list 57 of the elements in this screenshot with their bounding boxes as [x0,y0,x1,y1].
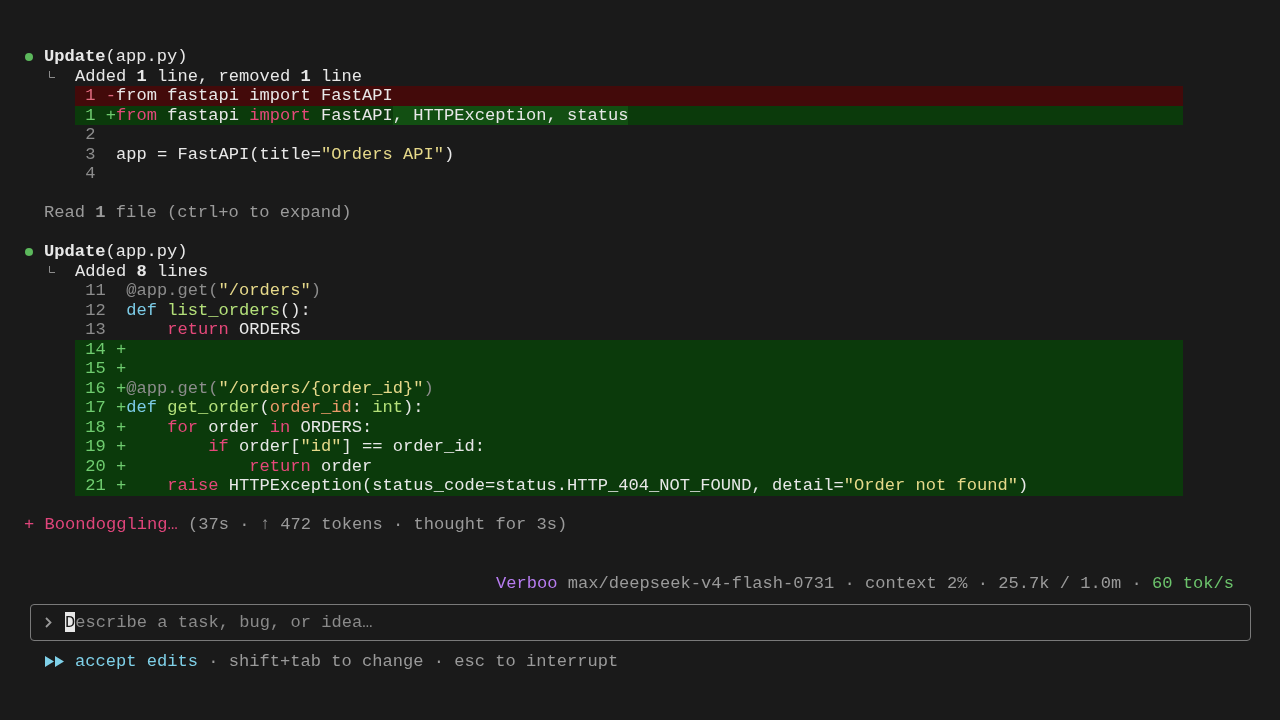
token-speed: 60 tok/s [1152,573,1234,593]
line-number: 15 [85,359,106,379]
code-line: return order [249,456,373,476]
diff-sign: + [116,339,127,359]
spinner-label: Boondoggling… [44,515,178,535]
tool-call-title: Update(app.py) [44,47,188,67]
diff-sign: + [116,359,127,379]
line-number: 13 [85,320,106,340]
line-number: 20 [85,456,106,476]
line-number: 1 [85,105,96,125]
line-number: 2 [85,125,96,145]
change-summary: Added 8 lines [75,261,209,281]
tool-call-title: Update(app.py) [44,242,188,262]
diff-sign: - [105,86,116,106]
code-line: from fastapi import FastAPI, HTTPException, status [116,105,629,125]
diff-sign: + [105,105,116,125]
branch-connector-icon [49,70,55,78]
code-line: def get_order(order_id: int): [126,398,424,418]
agent-name: Verboo [496,573,558,593]
line-number: 21 [85,476,106,496]
diff-sign: + [116,398,127,418]
line-number: 18 [85,417,106,437]
spinner-icon: + [24,515,35,535]
text-cursor [65,611,76,632]
line-number: 12 [85,300,106,320]
branch-connector-icon [49,265,55,273]
line-number: 14 [85,339,106,359]
model-info: max/deepseek-v4-flash-0731 · context 2% · 25.7k / 1.0m · [567,573,1142,593]
line-number: 16 [85,378,106,398]
code-line: if order["id"] == order_id: [208,437,485,457]
code-line: @app.get("/orders/{order_id}") [126,378,434,398]
code-line: from fastapi import FastAPI [116,86,393,106]
code-line: app = FastAPI(title="Orders API") [116,144,455,164]
input-field[interactable]: Describe a task, bug, or idea… [30,603,1251,641]
note-text: Read 1 file (ctrl+o to expand) [44,203,352,223]
line-number: 4 [85,164,96,184]
spinner-stats: (37s · ↑ 472 tokens · thought for 3s) [188,515,568,535]
diff-sign: + [116,456,127,476]
diff-sign: + [116,417,127,437]
code-line: def list_orders(): [126,300,311,320]
line-number: 17 [85,398,106,418]
code-line: return ORDERS [167,320,301,340]
diff-sign: + [116,476,127,496]
code-line: for order in ORDERS: [167,417,373,437]
diff-sign: + [116,378,127,398]
line-number: 3 [85,144,96,164]
line-number: 1 [85,86,96,106]
code-line: @app.get("/orders") [126,281,321,301]
code-line: raise HTTPException(status_code=status.HTTP_404_NOT_FOUND, detail="Order not found") [167,476,1029,496]
mode-hints: · shift+tab to change · esc to interrupt [208,651,619,671]
line-number: 11 [85,281,106,301]
change-summary: Added 1 line, removed 1 line [75,66,362,86]
line-number: 19 [85,437,106,457]
fast-forward-icon [45,655,64,667]
diff-sign: + [116,437,127,457]
mode-label: accept edits [75,651,198,671]
prompt-chevron-icon [45,616,52,628]
